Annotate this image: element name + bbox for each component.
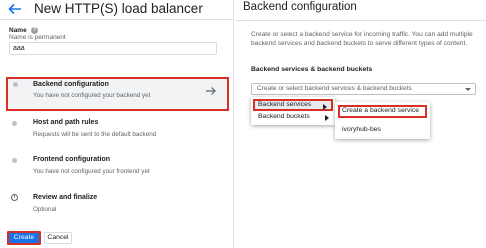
menu-item-label: Backend services [258,101,312,108]
name-label: Name [9,27,27,34]
step-subtitle: You have not configured your frontend ye… [33,168,150,175]
step-indicator [12,158,17,163]
step-indicator [12,121,17,126]
step-subtitle: Requests will be sent to the default bac… [33,131,157,138]
name-input[interactable] [9,42,217,55]
step-title: Backend configuration [33,81,109,88]
backend-type-menu: Backend services Backend buckets [251,97,335,125]
submenu-arrow-icon [323,104,327,110]
menu-item-label: Backend buckets [258,113,310,120]
page-title: New HTTP(S) load balancer [34,1,203,16]
option-label: ivoryhub-bes [342,126,381,133]
backend-configuration-panel: Backend configuration Create or select a… [235,0,486,248]
back-arrow-icon[interactable] [8,3,22,15]
backend-services-submenu: Create a backend service ivoryhub-bes [335,102,430,139]
backend-select-dropdown[interactable]: Create or select backend services & back… [251,83,476,95]
caret-down-icon [465,88,471,91]
panel-description: Create or select a backend service for i… [251,31,473,47]
option-label: Create a backend service [342,107,420,114]
select-placeholder: Create or select backend services & back… [257,85,412,92]
submenu-arrow-icon [325,115,329,121]
step-subtitle: You have not configured your backend yet [33,92,151,99]
step-frontend-configuration[interactable]: Frontend configuration You have not conf… [6,153,229,187]
help-icon[interactable]: ? [31,27,38,34]
cancel-button[interactable]: Cancel [44,232,72,244]
create-button[interactable]: Create [7,231,41,245]
menu-item-backend-services[interactable]: Backend services [253,99,333,111]
step-title: Review and finalize [33,194,98,201]
header: New HTTP(S) load balancer [0,0,234,20]
info-icon: i [11,194,18,201]
section-title: Backend services & backend buckets [251,66,373,73]
step-title: Frontend configuration [33,156,110,163]
step-backend-configuration[interactable]: Backend configuration You have not confi… [6,77,229,111]
step-indicator [13,82,18,87]
divider [235,20,486,21]
arrow-right-icon [206,87,216,95]
backend-service-option[interactable]: ivoryhub-bes [338,124,427,137]
name-hint: Name is permanent [9,34,66,41]
panel-title: Backend configuration [243,1,357,13]
create-backend-service-option[interactable]: Create a backend service [338,105,427,118]
menu-item-backend-buckets[interactable]: Backend buckets [253,112,333,124]
step-subtitle: Optional [33,206,57,213]
step-review-and-finalize[interactable]: i Review and finalize Optional [6,191,229,225]
step-title: Host and path rules [33,119,99,126]
step-host-and-path-rules[interactable]: Host and path rules Requests will be sen… [6,116,229,150]
wizard-panel: New HTTP(S) load balancer Name ? Name is… [0,0,234,248]
